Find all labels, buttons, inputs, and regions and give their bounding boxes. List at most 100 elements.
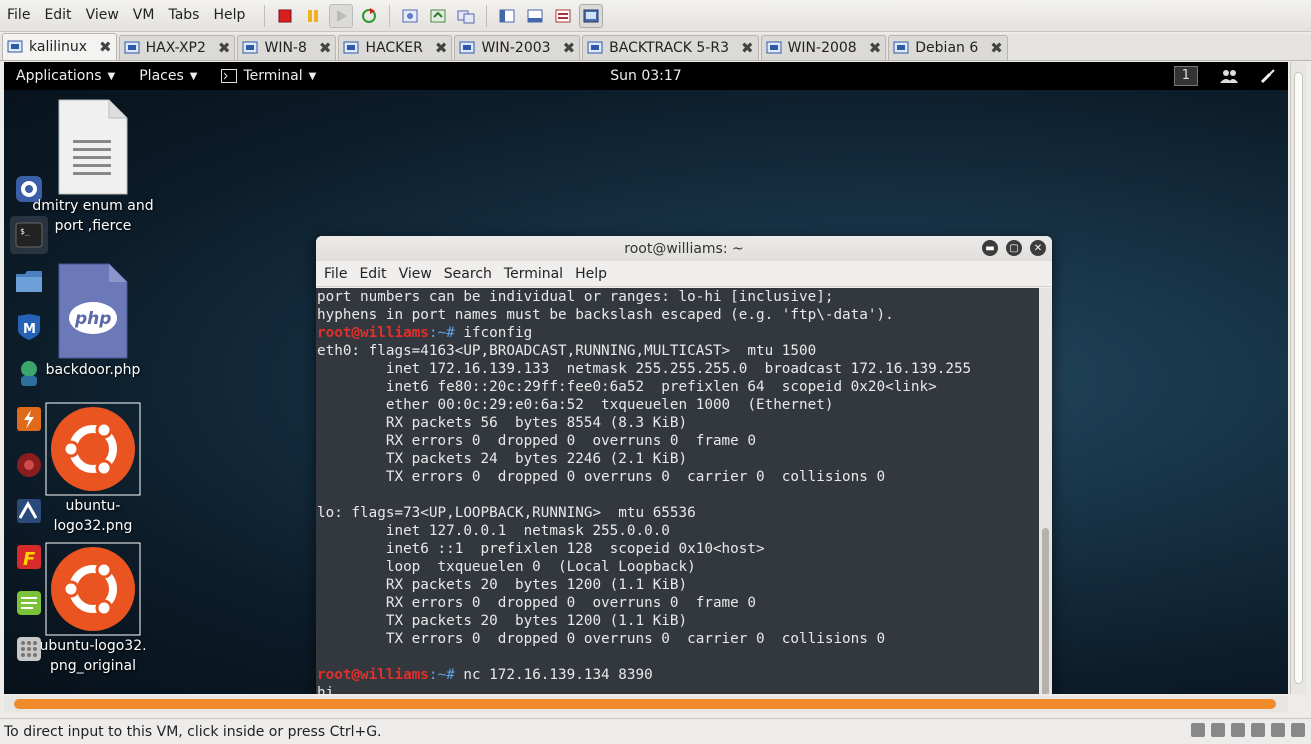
terminal-titlebar[interactable]: root@williams: ~ ▬ ▢ ✕ bbox=[316, 236, 1052, 261]
terminal-menu-edit[interactable]: Edit bbox=[353, 266, 392, 282]
tab-backtrack-5-r3[interactable]: BACKTRACK 5-R3 ✖ bbox=[582, 35, 759, 60]
applications-menu[interactable]: Applications ▼ bbox=[4, 62, 127, 90]
terminal-menu-search[interactable]: Search bbox=[438, 266, 498, 282]
workspace-indicator[interactable]: 1 bbox=[1173, 66, 1198, 86]
places-menu[interactable]: Places ▼ bbox=[127, 62, 209, 90]
vm-tab-bar: kalilinux ✖ HAX-XP2 ✖ WIN-8 ✖ HACKER ✖ W… bbox=[0, 33, 1311, 61]
reset-icon[interactable] bbox=[357, 4, 381, 28]
suspend-icon[interactable] bbox=[301, 4, 325, 28]
terminal-app-menu[interactable]: Terminal ▼ bbox=[209, 62, 328, 90]
desktop-icon-label: ubuntu-logo32.png bbox=[53, 498, 133, 534]
tab-label: Debian 6 bbox=[915, 40, 979, 56]
terminal-line: TX packets 20 bytes 1200 (1.1 KiB) bbox=[317, 613, 688, 629]
unity-icon[interactable] bbox=[551, 4, 575, 28]
desktop-icon-ubuntu-logo32-png-original[interactable]: ubuntu-logo32. png_original bbox=[28, 542, 158, 676]
vm-icon bbox=[893, 41, 909, 54]
minimize-icon[interactable]: ▬ bbox=[982, 240, 998, 256]
menu-file[interactable]: File bbox=[0, 0, 37, 32]
tab-win-2003[interactable]: WIN-2003 ✖ bbox=[454, 35, 581, 60]
host-menubar: File Edit View VM Tabs Help bbox=[0, 0, 1311, 32]
vertical-scrollbar[interactable] bbox=[1290, 62, 1306, 694]
menu-view[interactable]: View bbox=[79, 0, 126, 32]
tab-hacker[interactable]: HACKER ✖ bbox=[338, 35, 453, 60]
terminal-output[interactable]: port numbers can be individual or ranges… bbox=[316, 288, 1039, 694]
terminal-menu-view[interactable]: View bbox=[393, 266, 438, 282]
menu-help[interactable]: Help bbox=[206, 0, 252, 32]
close-icon[interactable]: ✖ bbox=[319, 39, 332, 57]
text-file-icon bbox=[58, 99, 128, 195]
terminal-menu-file[interactable]: File bbox=[318, 266, 353, 282]
desktop-icon-ubuntu-logo32-png[interactable]: ubuntu-logo32.png bbox=[28, 402, 158, 536]
menu-tabs[interactable]: Tabs bbox=[161, 0, 206, 32]
terminal-line: port numbers can be individual or ranges… bbox=[317, 289, 834, 305]
maximize-icon[interactable]: ▢ bbox=[1006, 240, 1022, 256]
scrollbar-thumb[interactable] bbox=[14, 699, 1276, 709]
terminal-prompt-line: root@williams:~# ifconfig bbox=[317, 324, 1038, 342]
menu-vm[interactable]: VM bbox=[126, 0, 162, 32]
terminal-line: hi bbox=[317, 685, 335, 694]
toolbar-separator bbox=[389, 4, 391, 27]
close-icon[interactable]: ✖ bbox=[99, 38, 112, 56]
hard-disk-icon[interactable] bbox=[1191, 723, 1205, 737]
power-on-icon[interactable] bbox=[329, 3, 354, 28]
close-icon[interactable]: ✕ bbox=[1030, 240, 1046, 256]
close-icon[interactable]: ✖ bbox=[990, 39, 1003, 57]
tab-win-2008[interactable]: WIN-2008 ✖ bbox=[760, 35, 887, 60]
terminal-window[interactable]: root@williams: ~ ▬ ▢ ✕ File Edit View Se… bbox=[316, 236, 1052, 694]
snapshot-manager-icon[interactable] bbox=[454, 4, 478, 28]
desktop[interactable]: $_ M F dmitry enum and port ,fierce php … bbox=[4, 90, 1288, 694]
vm-icon bbox=[766, 41, 782, 54]
prompt-user: root@williams bbox=[317, 325, 429, 341]
users-icon[interactable] bbox=[1220, 68, 1238, 84]
desktop-icon-dmitry[interactable]: dmitry enum and port ,fierce bbox=[28, 98, 158, 236]
system-menu-icon[interactable] bbox=[1260, 68, 1276, 84]
tab-kalilinux[interactable]: kalilinux ✖ bbox=[2, 33, 117, 60]
close-icon[interactable]: ✖ bbox=[563, 39, 576, 57]
terminal-line: hyphens in port names must be backslash … bbox=[317, 307, 894, 323]
tab-debian-6[interactable]: Debian 6 ✖ bbox=[888, 35, 1008, 60]
sidebar-icon[interactable] bbox=[495, 4, 519, 28]
snapshot-icon[interactable] bbox=[398, 4, 422, 28]
device-icons bbox=[1191, 723, 1305, 737]
terminal-line: inet 172.16.139.133 netmask 255.255.255.… bbox=[317, 361, 972, 377]
terminal-menu-terminal[interactable]: Terminal bbox=[498, 266, 569, 282]
tab-win-8[interactable]: WIN-8 ✖ bbox=[237, 35, 337, 60]
horizontal-scrollbar[interactable] bbox=[4, 696, 1288, 712]
scrollbar-thumb[interactable] bbox=[1042, 528, 1049, 694]
prompt-path: :~# bbox=[428, 667, 455, 683]
fullscreen-icon[interactable] bbox=[579, 3, 604, 28]
printer-icon[interactable] bbox=[1251, 723, 1265, 737]
ubuntu-logo-icon bbox=[45, 542, 141, 636]
terminal-scrollbar[interactable] bbox=[1039, 288, 1052, 694]
vm-icon bbox=[587, 41, 603, 54]
status-bar: To direct input to this VM, click inside… bbox=[0, 718, 1311, 744]
tab-hax-xp2[interactable]: HAX-XP2 ✖ bbox=[118, 35, 236, 60]
terminal-menu-help[interactable]: Help bbox=[569, 266, 613, 282]
revert-snapshot-icon[interactable] bbox=[426, 4, 450, 28]
display-icon[interactable] bbox=[1291, 723, 1305, 737]
window-title: root@williams: ~ bbox=[624, 240, 744, 257]
close-icon[interactable]: ✖ bbox=[741, 39, 754, 57]
vm-display[interactable]: Applications ▼ Places ▼ Terminal ▼ Sun 0… bbox=[4, 62, 1288, 694]
tab-label: WIN-2003 bbox=[481, 40, 551, 56]
scrollbar-thumb[interactable] bbox=[1294, 72, 1303, 684]
system-tray: 1 bbox=[1173, 62, 1276, 90]
terminal-line: RX packets 56 bytes 8554 (8.3 KiB) bbox=[317, 415, 688, 431]
desktop-icon-backdoor-php[interactable]: php backdoor.php bbox=[28, 262, 158, 380]
desktop-icon-label: ubuntu-logo32. bbox=[39, 638, 147, 654]
cdrom-icon[interactable] bbox=[1211, 723, 1225, 737]
thumbnail-bar-icon[interactable] bbox=[523, 4, 547, 28]
caret-down-icon: ▼ bbox=[107, 70, 116, 82]
caret-down-icon: ▼ bbox=[189, 70, 198, 82]
menu-edit[interactable]: Edit bbox=[37, 0, 78, 32]
close-icon[interactable]: ✖ bbox=[869, 39, 882, 57]
power-off-icon[interactable] bbox=[273, 4, 297, 28]
terminal-line: TX errors 0 dropped 0 overruns 0 carrier… bbox=[317, 469, 886, 485]
close-icon[interactable]: ✖ bbox=[218, 39, 231, 57]
terminal-line: RX packets 20 bytes 1200 (1.1 KiB) bbox=[317, 577, 688, 593]
close-icon[interactable]: ✖ bbox=[435, 39, 448, 57]
sound-icon[interactable] bbox=[1271, 723, 1285, 737]
ubuntu-logo-icon bbox=[45, 402, 141, 496]
network-icon[interactable] bbox=[1231, 723, 1245, 737]
terminal-line: inet6 ::1 prefixlen 128 scopeid 0x10<hos… bbox=[317, 541, 765, 557]
